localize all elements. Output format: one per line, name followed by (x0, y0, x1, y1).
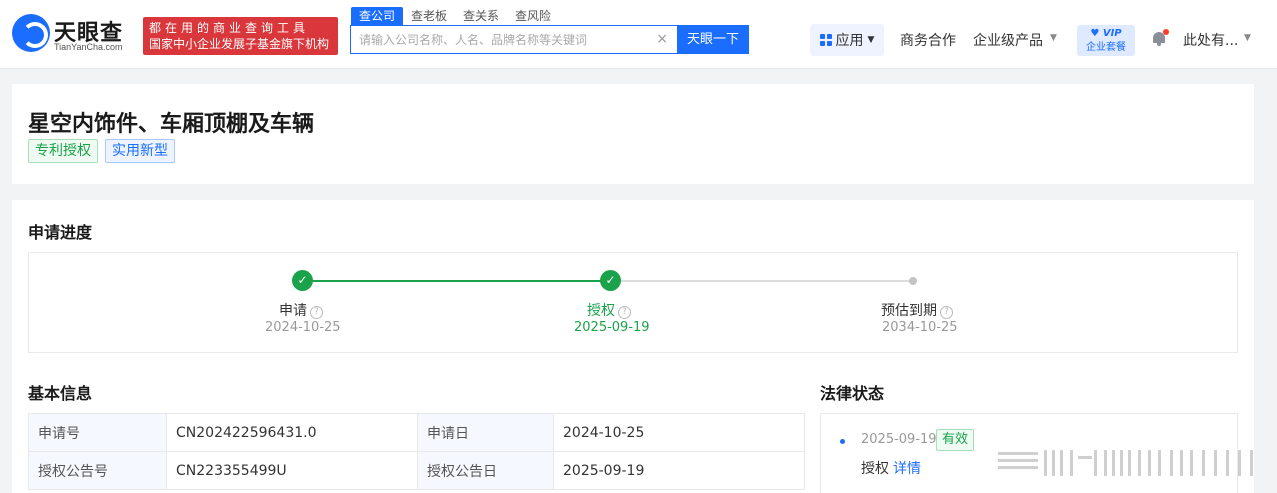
top-header: 天眼查 TianYanCha.com 都在用的商业查询工具 国家中小企业发展子基… (0, 0, 1277, 69)
timeline-dot-icon (840, 439, 845, 444)
table-value: CN223355499U (166, 451, 418, 490)
basic-info-title: 基本信息 (28, 384, 93, 403)
search-input[interactable] (351, 26, 646, 53)
step-expiry-text: 预估到期 (881, 303, 937, 319)
legal-status-title: 法律状态 (820, 384, 885, 403)
nav-enterprise-products[interactable]: 企业级产品 (973, 30, 1043, 50)
search-box: × (350, 25, 678, 54)
watermark-graphic (998, 450, 1253, 476)
progress-section-title: 申请进度 (28, 223, 93, 242)
step-grant-label: 授权? (587, 300, 631, 320)
help-icon[interactable]: ? (310, 306, 323, 319)
table-key: 申请号 (28, 413, 167, 452)
vip-label: ♥ VIP (1090, 28, 1122, 39)
search-tab-relation[interactable]: 查关系 (455, 7, 507, 25)
slogan-line1: 都在用的商业查询工具 (149, 21, 310, 35)
pending-dot-icon (909, 277, 917, 285)
patent-header-card: 星空内饰件、车厢顶棚及车辆 专利授权 实用新型 (12, 84, 1254, 184)
legal-detail-link[interactable]: 详情 (893, 461, 921, 477)
clear-icon[interactable]: × (656, 31, 668, 47)
search-tab-company[interactable]: 查公司 (351, 7, 404, 25)
check-icon: ✓ (600, 270, 621, 291)
search-tabs: 查公司 查老板 查关系 查风险 (351, 7, 559, 25)
table-key: 授权公告号 (28, 451, 167, 490)
slogan-line2: 国家中小企业发展子基金旗下机构 (149, 37, 330, 51)
vip-package-label: 企业套餐 (1086, 42, 1126, 53)
tag-utility-model: 实用新型 (105, 139, 175, 163)
table-row: 授权公告号 CN223355499U 授权公告日 2025-09-19 (28, 451, 805, 490)
legal-status-text: 授权 详情 (861, 458, 921, 478)
status-badge: 有效 (936, 429, 975, 451)
logo-icon (12, 14, 50, 52)
progress-track-pending (611, 280, 913, 282)
patent-title: 星空内饰件、车厢顶棚及车辆 (28, 112, 315, 137)
slogan-banner: 都在用的商业查询工具 国家中小企业发展子基金旗下机构 (143, 17, 338, 55)
table-value: 2024-10-25 (553, 413, 805, 452)
check-icon: ✓ (292, 270, 313, 291)
step-apply-text: 申请 (279, 303, 307, 319)
progress-track-done (302, 280, 611, 282)
table-key: 授权公告日 (417, 451, 554, 490)
help-icon[interactable]: ? (618, 306, 631, 319)
vip-badge[interactable]: ♥ VIP 企业套餐 (1077, 25, 1135, 56)
table-row: 申请号 CN202422596431.0 申请日 2024-10-25 (28, 413, 805, 452)
legal-status-date: 2025-09-19 (861, 432, 937, 447)
step-expiry-date: 2034-10-25 (882, 320, 958, 335)
bell-icon[interactable] (1152, 29, 1169, 46)
nav-apps-menu[interactable]: 应用 ▼ (810, 24, 884, 56)
site-logo[interactable]: 天眼查 TianYanCha.com (12, 14, 137, 56)
step-expiry-label: 预估到期? (881, 300, 953, 320)
vip-text: VIP (1102, 28, 1122, 39)
search-tab-risk[interactable]: 查风险 (507, 7, 559, 25)
logo-domain: TianYanCha.com (54, 42, 123, 52)
apps-grid-icon (819, 34, 832, 46)
step-apply-label: 申请? (279, 300, 323, 320)
step-grant-text: 授权 (587, 303, 615, 319)
chevron-down-icon: ▼ (1050, 33, 1057, 43)
step-grant-date: 2025-09-19 (574, 320, 650, 335)
legal-status-label: 授权 (861, 461, 889, 477)
basic-info-table: 申请号 CN202422596431.0 申请日 2024-10-25 授权公告… (28, 413, 805, 490)
caret-down-icon: ▼ (867, 35, 875, 45)
table-value: CN202422596431.0 (166, 413, 418, 452)
step-apply-date: 2024-10-25 (265, 320, 341, 335)
notification-dot (1163, 29, 1169, 35)
tag-patent-granted: 专利授权 (28, 139, 98, 163)
search-tab-boss[interactable]: 查老板 (403, 7, 455, 25)
user-menu[interactable]: 此处有... (1183, 30, 1238, 50)
search-button[interactable]: 天眼一下 (677, 25, 749, 54)
nav-apps-label: 应用 (835, 33, 864, 49)
application-progress: ✓ 申请? 2024-10-25 ✓ 授权? 2025-09-19 预估到期? … (28, 252, 1238, 353)
chevron-down-icon: ▼ (1244, 33, 1251, 43)
table-key: 申请日 (417, 413, 554, 452)
nav-business[interactable]: 商务合作 (900, 30, 956, 50)
help-icon[interactable]: ? (940, 306, 953, 319)
table-value: 2025-09-19 (553, 451, 805, 490)
